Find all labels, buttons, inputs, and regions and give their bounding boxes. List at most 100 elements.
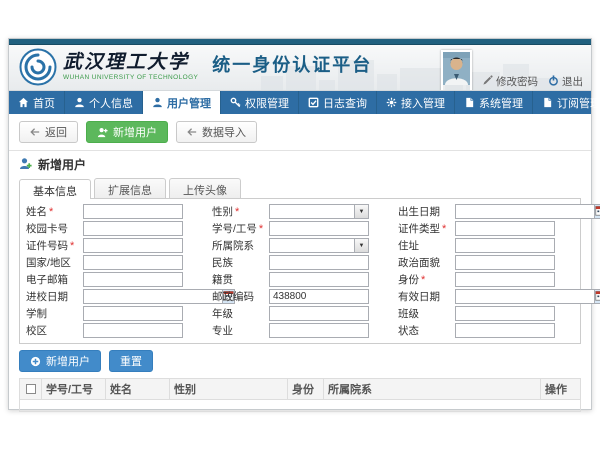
- university-logo-icon: [19, 48, 57, 86]
- form-field: 身份*: [398, 271, 574, 288]
- form-field: 学制: [26, 305, 202, 322]
- campus-input[interactable]: [83, 323, 183, 338]
- date-field-wrapper: [455, 289, 555, 304]
- nav-item-label: 接入管理: [401, 95, 445, 111]
- table-header: 身份: [288, 379, 324, 400]
- birth-date-input[interactable]: [455, 204, 594, 219]
- nav-item-users[interactable]: 用户管理: [143, 91, 221, 114]
- form-field: 籍贯: [212, 271, 388, 288]
- name-input[interactable]: [83, 204, 183, 219]
- form-field: 班级: [398, 305, 574, 322]
- add-user-icon: [97, 127, 108, 138]
- nav-item-subscription[interactable]: 订阅管理: [533, 91, 600, 114]
- campus-card-input[interactable]: [83, 221, 183, 236]
- valid-date-input[interactable]: [455, 289, 594, 304]
- new-user-section-icon: [19, 157, 32, 173]
- nav-item-home[interactable]: 首页: [9, 91, 65, 114]
- key-icon: [230, 97, 241, 108]
- ethnicity-input[interactable]: [269, 255, 369, 270]
- users-icon: [152, 97, 163, 108]
- data-import-button[interactable]: 数据导入: [176, 121, 257, 143]
- section-title: 新增用户: [9, 151, 591, 174]
- add-user-button[interactable]: 新增用户: [86, 121, 168, 143]
- logout-link[interactable]: 退出: [548, 74, 583, 89]
- required-asterisk: *: [259, 223, 263, 235]
- political-status-input[interactable]: [455, 255, 555, 270]
- brand: 武汉理工大学 WUHAN UNIVERSITY OF TECHNOLOGY 统一…: [19, 48, 372, 86]
- field-label: 专业: [212, 323, 269, 338]
- form-field: 政治面貌: [398, 254, 574, 271]
- gender-select[interactable]: ▼: [269, 204, 369, 219]
- nav-item-label: 订阅管理: [557, 95, 600, 111]
- required-asterisk: *: [70, 240, 74, 252]
- nav-item-system[interactable]: 系统管理: [455, 91, 533, 114]
- field-label: 校区: [26, 323, 83, 338]
- field-label: 证件号码*: [26, 238, 83, 253]
- table-header: 所属院系: [324, 379, 541, 400]
- field-label: 姓名*: [26, 204, 83, 219]
- back-button[interactable]: 返回: [19, 121, 78, 143]
- form-field: 国家/地区: [26, 254, 202, 271]
- calendar-button[interactable]: [594, 204, 600, 219]
- identity-input[interactable]: [455, 272, 555, 287]
- field-label: 性别*: [212, 204, 269, 219]
- table-header-select: [20, 379, 42, 400]
- page: 武汉理工大学 WUHAN UNIVERSITY OF TECHNOLOGY 统一…: [0, 0, 600, 450]
- change-password-link[interactable]: 修改密码: [482, 74, 538, 89]
- nav-item-permissions[interactable]: 权限管理: [221, 91, 299, 114]
- field-label: 民族: [212, 255, 269, 270]
- calendar-button[interactable]: [594, 289, 600, 304]
- email-input[interactable]: [83, 272, 183, 287]
- reset-button-label: 重置: [120, 353, 142, 369]
- field-label: 出生日期: [398, 204, 455, 219]
- address-input[interactable]: [455, 238, 555, 253]
- field-label: 班级: [398, 306, 455, 321]
- required-asterisk: *: [235, 206, 239, 218]
- reset-button[interactable]: 重置: [109, 350, 153, 372]
- pencil-icon: [482, 75, 493, 89]
- form-field: 住址: [398, 237, 574, 254]
- postal-code-input[interactable]: [269, 289, 369, 304]
- calendar-icon: [595, 203, 600, 221]
- required-asterisk: *: [421, 274, 425, 286]
- form-field: 电子邮箱: [26, 271, 202, 288]
- form-field: 学号/工号*: [212, 220, 388, 237]
- student-id-input[interactable]: [269, 221, 369, 236]
- form-field: 证件号码*: [26, 237, 202, 254]
- select-all-checkbox[interactable]: [26, 384, 36, 394]
- field-label: 身份*: [398, 272, 455, 287]
- back-arrow-icon: [30, 127, 40, 137]
- selected-value: [270, 239, 354, 252]
- grade-input[interactable]: [269, 306, 369, 321]
- required-asterisk: *: [49, 206, 53, 218]
- tab-extended-info[interactable]: 扩展信息: [94, 178, 166, 198]
- date-field-wrapper: [83, 289, 183, 304]
- id-number-input[interactable]: [83, 238, 183, 253]
- toolbar: 返回 新增用户 数据导入: [9, 114, 591, 151]
- class-input[interactable]: [455, 306, 555, 321]
- id-type-input[interactable]: [455, 221, 555, 236]
- nav-item-logs[interactable]: 日志查询: [299, 91, 377, 114]
- department-select[interactable]: ▼: [269, 238, 369, 253]
- enroll-date-input[interactable]: [83, 289, 222, 304]
- submit-add-user-button[interactable]: 新增用户: [19, 350, 101, 372]
- form-field: 性别*▼: [212, 203, 388, 220]
- native-place-input[interactable]: [269, 272, 369, 287]
- document-icon: [464, 97, 475, 108]
- form-field: 校园卡号: [26, 220, 202, 237]
- tab-upload-avatar[interactable]: 上传头像: [169, 178, 241, 198]
- form-tabs: 基本信息扩展信息上传头像: [9, 174, 591, 198]
- country-input[interactable]: [83, 255, 183, 270]
- status-input[interactable]: [455, 323, 555, 338]
- user-icon: [74, 97, 85, 108]
- field-label: 年级: [212, 306, 269, 321]
- tab-basic-info[interactable]: 基本信息: [19, 179, 91, 199]
- form-field: 专业: [212, 322, 388, 339]
- schooling-input[interactable]: [83, 306, 183, 321]
- nav-item-access[interactable]: 接入管理: [377, 91, 455, 114]
- major-input[interactable]: [269, 323, 369, 338]
- form-field: 年级: [212, 305, 388, 322]
- nav-item-label: 系统管理: [479, 95, 523, 111]
- required-asterisk: *: [442, 223, 446, 235]
- nav-item-profile[interactable]: 个人信息: [65, 91, 143, 114]
